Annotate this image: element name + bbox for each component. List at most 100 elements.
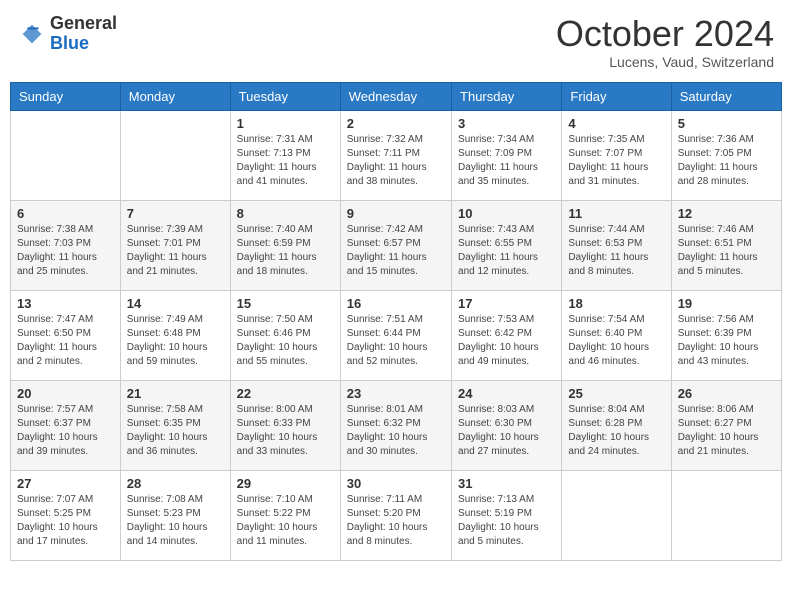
day-number: 16 bbox=[347, 296, 445, 311]
day-cell: 11 Sunrise: 7:44 AMSunset: 6:53 PMDayligh… bbox=[562, 200, 671, 290]
day-info: Sunrise: 7:54 AMSunset: 6:40 PMDaylight:… bbox=[568, 313, 664, 369]
day-cell: 21Sunrise: 7:58 AMSunset: 6:35 PMDayligh… bbox=[120, 380, 230, 470]
day-info: Sunrise: 7:32 AMSunset: 7:11 PMDaylight:… bbox=[347, 133, 445, 189]
day-info: Sunrise: 8:06 AMSunset: 6:27 PMDaylight:… bbox=[678, 403, 775, 459]
day-number: 22 bbox=[237, 386, 334, 401]
day-number: 26 bbox=[678, 386, 775, 401]
day-number: 28 bbox=[127, 476, 224, 491]
day-cell: 15 Sunrise: 7:50 AMSunset: 6:46 PMDayligh… bbox=[230, 290, 340, 380]
day-number: 10 bbox=[458, 206, 555, 221]
calendar-header-row: SundayMondayTuesdayWednesdayThursdayFrid… bbox=[11, 82, 782, 110]
day-cell: 20Sunrise: 7:57 AMSunset: 6:37 PMDayligh… bbox=[11, 380, 121, 470]
day-number: 23 bbox=[347, 386, 445, 401]
day-cell bbox=[671, 470, 781, 560]
day-number: 18 bbox=[568, 296, 664, 311]
day-number: 20 bbox=[17, 386, 114, 401]
day-cell: 22 Sunrise: 8:00 AMSunset: 6:33 PMDayligh… bbox=[230, 380, 340, 470]
day-cell: 19Sunrise: 7:56 AMSunset: 6:39 PMDayligh… bbox=[671, 290, 781, 380]
day-cell: 13 Sunrise: 7:47 AMSunset: 6:50 PMDayligh… bbox=[11, 290, 121, 380]
day-number: 13 bbox=[17, 296, 114, 311]
logo: General Blue bbox=[18, 14, 117, 54]
day-cell: 7 Sunrise: 7:39 AMSunset: 7:01 PMDaylight… bbox=[120, 200, 230, 290]
month-title: October 2024 bbox=[556, 14, 774, 54]
day-number: 29 bbox=[237, 476, 334, 491]
day-number: 31 bbox=[458, 476, 555, 491]
calendar-table: SundayMondayTuesdayWednesdayThursdayFrid… bbox=[10, 82, 782, 561]
day-cell: 25 Sunrise: 8:04 AMSunset: 6:28 PMDayligh… bbox=[562, 380, 671, 470]
logo-icon bbox=[18, 20, 46, 48]
title-area: October 2024 Lucens, Vaud, Switzerland bbox=[556, 14, 774, 70]
day-number: 11 bbox=[568, 206, 664, 221]
col-header-thursday: Thursday bbox=[452, 82, 562, 110]
col-header-tuesday: Tuesday bbox=[230, 82, 340, 110]
day-cell bbox=[562, 470, 671, 560]
day-number: 21 bbox=[127, 386, 224, 401]
day-cell bbox=[11, 110, 121, 200]
logo-blue: Blue bbox=[50, 34, 117, 54]
day-cell: 8 Sunrise: 7:40 AMSunset: 6:59 PMDaylight… bbox=[230, 200, 340, 290]
day-cell: 5 Sunrise: 7:36 AMSunset: 7:05 PMDaylight… bbox=[671, 110, 781, 200]
day-cell: 3 Sunrise: 7:34 AMSunset: 7:09 PMDaylight… bbox=[452, 110, 562, 200]
day-info: Sunrise: 7:11 AMSunset: 5:20 PMDaylight:… bbox=[347, 493, 445, 549]
week-row-5: 27 Sunrise: 7:07 AMSunset: 5:25 PMDayligh… bbox=[11, 470, 782, 560]
day-cell: 24Sunrise: 8:03 AMSunset: 6:30 PMDayligh… bbox=[452, 380, 562, 470]
day-info: Sunrise: 7:07 AMSunset: 5:25 PMDaylight:… bbox=[17, 493, 114, 549]
day-number: 5 bbox=[678, 116, 775, 131]
day-cell: 12Sunrise: 7:46 AMSunset: 6:51 PMDayligh… bbox=[671, 200, 781, 290]
day-info: Sunrise: 7:10 AMSunset: 5:22 PMDaylight:… bbox=[237, 493, 334, 549]
day-number: 15 bbox=[237, 296, 334, 311]
day-number: 6 bbox=[17, 206, 114, 221]
page-header: General Blue October 2024 Lucens, Vaud, … bbox=[10, 10, 782, 74]
day-info: Sunrise: 7:34 AMSunset: 7:09 PMDaylight:… bbox=[458, 133, 555, 189]
day-info: Sunrise: 7:43 AMSunset: 6:55 PMDaylight:… bbox=[458, 223, 555, 279]
day-number: 7 bbox=[127, 206, 224, 221]
day-number: 17 bbox=[458, 296, 555, 311]
day-info: Sunrise: 7:51 AMSunset: 6:44 PMDaylight:… bbox=[347, 313, 445, 369]
day-info: Sunrise: 8:04 AMSunset: 6:28 PMDaylight:… bbox=[568, 403, 664, 459]
day-info: Sunrise: 7:36 AMSunset: 7:05 PMDaylight:… bbox=[678, 133, 775, 189]
day-cell: 26 Sunrise: 8:06 AMSunset: 6:27 PMDayligh… bbox=[671, 380, 781, 470]
day-number: 3 bbox=[458, 116, 555, 131]
day-number: 2 bbox=[347, 116, 445, 131]
col-header-sunday: Sunday bbox=[11, 82, 121, 110]
day-number: 8 bbox=[237, 206, 334, 221]
day-info: Sunrise: 7:40 AMSunset: 6:59 PMDaylight:… bbox=[237, 223, 334, 279]
day-info: Sunrise: 7:47 AMSunset: 6:50 PMDaylight:… bbox=[17, 313, 114, 369]
col-header-wednesday: Wednesday bbox=[340, 82, 451, 110]
col-header-friday: Friday bbox=[562, 82, 671, 110]
subtitle: Lucens, Vaud, Switzerland bbox=[556, 54, 774, 70]
day-number: 1 bbox=[237, 116, 334, 131]
day-cell: 1Sunrise: 7:31 AMSunset: 7:13 PMDaylight… bbox=[230, 110, 340, 200]
day-cell: 9Sunrise: 7:42 AMSunset: 6:57 PMDaylight… bbox=[340, 200, 451, 290]
day-info: Sunrise: 7:44 AMSunset: 6:53 PMDaylight:… bbox=[568, 223, 664, 279]
day-number: 14 bbox=[127, 296, 224, 311]
week-row-1: 1Sunrise: 7:31 AMSunset: 7:13 PMDaylight… bbox=[11, 110, 782, 200]
day-cell: 18 Sunrise: 7:54 AMSunset: 6:40 PMDayligh… bbox=[562, 290, 671, 380]
day-cell: 17Sunrise: 7:53 AMSunset: 6:42 PMDayligh… bbox=[452, 290, 562, 380]
day-number: 4 bbox=[568, 116, 664, 131]
col-header-saturday: Saturday bbox=[671, 82, 781, 110]
day-number: 24 bbox=[458, 386, 555, 401]
day-info: Sunrise: 7:38 AMSunset: 7:03 PMDaylight:… bbox=[17, 223, 114, 279]
day-info: Sunrise: 8:01 AMSunset: 6:32 PMDaylight:… bbox=[347, 403, 445, 459]
day-info: Sunrise: 7:50 AMSunset: 6:46 PMDaylight:… bbox=[237, 313, 334, 369]
day-info: Sunrise: 7:39 AMSunset: 7:01 PMDaylight:… bbox=[127, 223, 224, 279]
week-row-3: 13 Sunrise: 7:47 AMSunset: 6:50 PMDayligh… bbox=[11, 290, 782, 380]
day-cell: 27 Sunrise: 7:07 AMSunset: 5:25 PMDayligh… bbox=[11, 470, 121, 560]
week-row-4: 20Sunrise: 7:57 AMSunset: 6:37 PMDayligh… bbox=[11, 380, 782, 470]
day-cell: 16 Sunrise: 7:51 AMSunset: 6:44 PMDayligh… bbox=[340, 290, 451, 380]
day-cell: 10 Sunrise: 7:43 AMSunset: 6:55 PMDayligh… bbox=[452, 200, 562, 290]
day-info: Sunrise: 8:00 AMSunset: 6:33 PMDaylight:… bbox=[237, 403, 334, 459]
day-number: 19 bbox=[678, 296, 775, 311]
day-number: 27 bbox=[17, 476, 114, 491]
logo-text: General Blue bbox=[50, 14, 117, 54]
col-header-monday: Monday bbox=[120, 82, 230, 110]
day-cell: 31 Sunrise: 7:13 AMSunset: 5:19 PMDayligh… bbox=[452, 470, 562, 560]
day-number: 25 bbox=[568, 386, 664, 401]
day-number: 9 bbox=[347, 206, 445, 221]
day-cell: 28Sunrise: 7:08 AMSunset: 5:23 PMDayligh… bbox=[120, 470, 230, 560]
week-row-2: 6 Sunrise: 7:38 AMSunset: 7:03 PMDaylight… bbox=[11, 200, 782, 290]
day-cell: 6 Sunrise: 7:38 AMSunset: 7:03 PMDaylight… bbox=[11, 200, 121, 290]
day-info: Sunrise: 7:13 AMSunset: 5:19 PMDaylight:… bbox=[458, 493, 555, 549]
day-cell: 29 Sunrise: 7:10 AMSunset: 5:22 PMDayligh… bbox=[230, 470, 340, 560]
